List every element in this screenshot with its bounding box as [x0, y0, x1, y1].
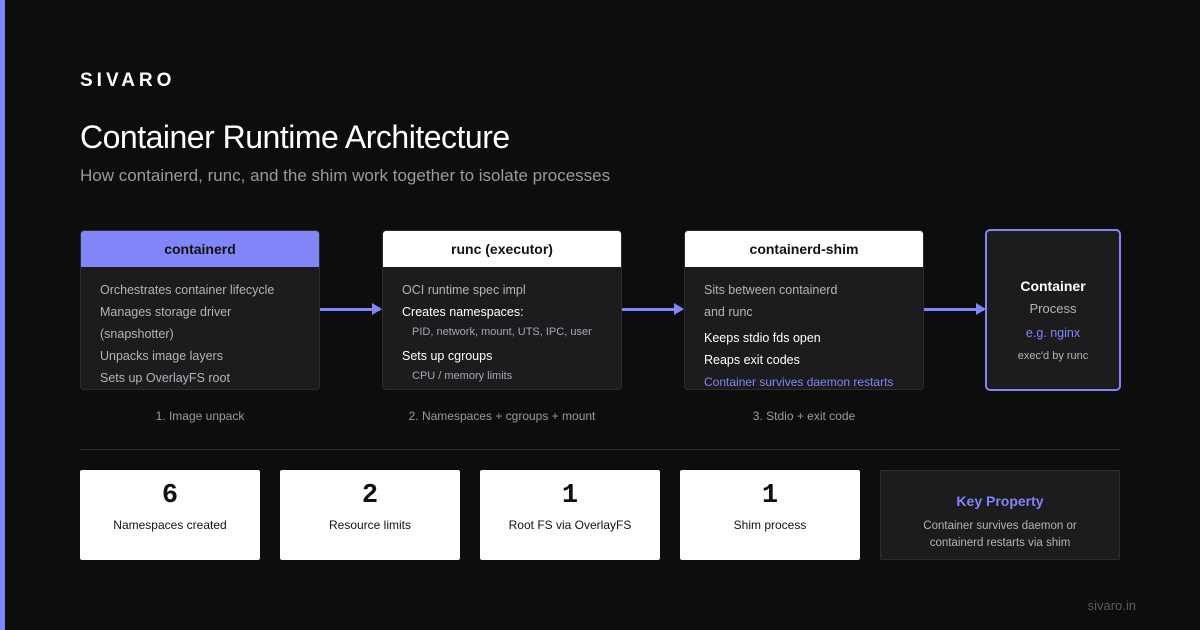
containerd-line: Sets up OverlayFS root [100, 371, 230, 385]
shim-line: Sits between containerd [704, 283, 838, 297]
arrow-shim-to-container [924, 303, 986, 315]
footer-url: sivaro.in [1087, 598, 1136, 613]
page-title: Container Runtime Architecture [80, 119, 510, 155]
page-subtitle: How containerd, runc, and the shim work … [80, 166, 611, 185]
container-title: Container [1020, 278, 1086, 294]
stat-label: Namespaces created [113, 518, 227, 532]
arrow-runc-to-shim [622, 303, 684, 315]
step-label: 1. Image unpack [155, 409, 245, 423]
stat-value: 6 [161, 481, 179, 511]
step-label: 2. Namespaces + cgroups + mount [408, 409, 596, 423]
runc-header: runc (executor) [383, 231, 621, 267]
shim-box: containerd-shim Sits between containerd … [684, 230, 924, 390]
container-note: exec'd by runc [1017, 350, 1089, 362]
containerd-line: (snapshotter) [100, 327, 174, 341]
stat-value: 1 [561, 481, 579, 511]
runc-line: OCI runtime spec impl [402, 283, 526, 297]
container-example: e.g. nginx [1025, 326, 1081, 340]
stat-card: 1 Root FS via OverlayFS [480, 470, 660, 560]
arrow-containerd-to-runc [320, 303, 382, 315]
shim-line: Reaps exit codes [704, 353, 800, 367]
key-property-card: Key Property Container survives daemon o… [880, 470, 1120, 560]
containerd-line: Orchestrates container lifecycle [100, 283, 275, 297]
shim-header: containerd-shim [685, 231, 923, 267]
stat-card: 2 Resource limits [280, 470, 460, 560]
accent-bar [0, 0, 5, 630]
divider [80, 449, 1120, 450]
container-subtitle: Process [1029, 301, 1077, 316]
key-property-title: Key Property [956, 493, 1044, 509]
shim-line: Keeps stdio fds open [704, 331, 821, 345]
stat-value: 2 [361, 481, 379, 511]
stat-card: 1 Shim process [680, 470, 860, 560]
container-box: Container Process e.g. nginx exec'd by r… [985, 229, 1121, 391]
shim-line: and runc [704, 305, 753, 319]
key-property-line: Container survives daemon or [923, 520, 1077, 532]
key-property-line: containerd restarts via shim [929, 537, 1071, 549]
runc-subline: PID, network, mount, UTS, IPC, user [412, 326, 592, 338]
stat-card: 6 Namespaces created [80, 470, 260, 560]
containerd-header: containerd [81, 231, 319, 267]
runc-box: runc (executor) OCI runtime spec impl Cr… [382, 230, 622, 390]
containerd-box: containerd Orchestrates container lifecy… [80, 230, 320, 390]
step-label: 3. Stdio + exit code [752, 409, 856, 423]
runc-line: Creates namespaces: [402, 305, 524, 319]
stat-label: Root FS via OverlayFS [508, 518, 632, 532]
shim-line: Container survives daemon restarts [704, 375, 894, 389]
stat-value: 1 [761, 481, 779, 511]
runc-line: Sets up cgroups [402, 349, 493, 363]
containerd-line: Unpacks image layers [100, 349, 223, 363]
brand-logo: SIVARO [80, 70, 176, 91]
containerd-line: Manages storage driver [100, 305, 232, 319]
runc-subline: CPU / memory limits [412, 370, 513, 382]
stat-label: Resource limits [328, 518, 412, 532]
stat-label: Shim process [733, 518, 807, 532]
